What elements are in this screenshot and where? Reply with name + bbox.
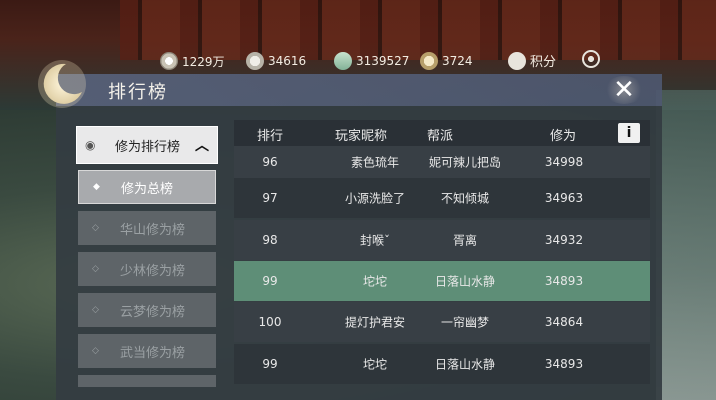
currency-value: 1229万 (182, 54, 225, 69)
table-row[interactable]: 98 封喉ˇ 胥离 34932 (234, 220, 650, 260)
cell-guild: 日落山水静 (434, 357, 496, 372)
cell-name: 提灯护君安 (344, 315, 406, 330)
ranking-table[interactable]: 排行 玩家昵称 帮派 修为 i 96 素色琉年 妮可辣儿把岛 34998 97 … (234, 120, 650, 392)
diamond-bullet-icon: ◇ (92, 223, 99, 233)
jade-icon (330, 48, 356, 74)
cell-name: 小源洗脸了 (344, 191, 406, 206)
cell-name: 坨坨 (362, 357, 388, 372)
category-dropdown[interactable]: ◉ 修为排行榜 ︿ (76, 126, 218, 164)
diamond-bullet-icon: ◇ (92, 264, 99, 274)
cell-name: 素色琉年 (350, 155, 400, 170)
header-name: 玩家昵称 (335, 129, 388, 144)
eye-icon: ◉ (85, 138, 96, 152)
points-label: 积分 (530, 55, 557, 70)
subcategory-label: 华山修为榜 (120, 222, 186, 238)
close-button[interactable]: ✕ (600, 72, 648, 108)
currency-value: 3139527 (356, 54, 410, 68)
currency-value: 3724 (442, 54, 473, 68)
cell-name: 坨坨 (362, 274, 388, 289)
cell-rank: 96 (262, 155, 278, 169)
points-button[interactable]: 积分 (508, 51, 556, 70)
table-row[interactable]: 100 提灯护君安 一帘幽梦 34864 (234, 302, 650, 342)
cell-rank: 99 (262, 357, 278, 371)
cell-score: 34864 (544, 315, 584, 329)
cell-guild: 一帘幽梦 (440, 315, 490, 330)
currency-value: 34616 (268, 54, 307, 68)
subcategory-label: 修为总榜 (121, 181, 174, 197)
subcategory-label: 云梦修为榜 (120, 304, 186, 320)
silver-coin-icon (160, 52, 178, 70)
close-icon: ✕ (613, 75, 635, 105)
cell-score: 34893 (544, 274, 584, 288)
cell-guild: 胥离 (452, 233, 478, 248)
subcategory-label: 少林修为榜 (120, 263, 186, 279)
table-row[interactable]: 96 素色琉年 妮可辣儿把岛 34998 (234, 146, 650, 178)
subcategory-item[interactable]: ◇ 云梦修为榜 (78, 293, 216, 327)
currency-silver-ingot: 34616 (246, 52, 306, 70)
subcategory-item[interactable]: ◇ 华山修为榜 (78, 211, 216, 245)
cell-score: 34963 (544, 191, 584, 205)
cell-score: 34998 (544, 155, 584, 169)
cell-guild: 日落山水静 (434, 274, 496, 289)
subcategory-item-partial[interactable] (78, 375, 216, 387)
subcategory-label: 武当修为榜 (120, 345, 186, 361)
cell-score: 34932 (544, 233, 584, 247)
panel-title: 排行榜 (108, 82, 168, 103)
cell-guild: 妮可辣儿把岛 (428, 155, 502, 170)
background-pavilion (120, 0, 716, 60)
gold-ingot-icon (420, 52, 438, 70)
silver-ingot-icon (246, 52, 264, 70)
cell-rank: 100 (258, 315, 282, 329)
subcategory-item[interactable]: ◇ 少林修为榜 (78, 252, 216, 286)
cell-rank: 98 (262, 233, 278, 247)
diamond-bullet-icon: ◆ (93, 182, 100, 192)
currency-gold-ingot: 3724 (420, 52, 473, 70)
table-row[interactable]: 99 坨坨 日落山水静 34893 (234, 344, 650, 384)
diamond-bullet-icon: ◇ (92, 305, 99, 315)
settings-button[interactable] (582, 50, 600, 68)
cell-rank: 97 (262, 191, 278, 205)
settings-gear-icon (582, 50, 600, 68)
cell-rank: 99 (262, 274, 278, 288)
subcategory-item[interactable]: ◇ 武当修为榜 (78, 334, 216, 368)
subcategory-item[interactable]: ◆ 修为总榜 (78, 170, 216, 204)
table-row[interactable]: 97 小源洗脸了 不知倾城 34963 (234, 178, 650, 218)
info-button[interactable]: i (618, 123, 640, 143)
header-score: 修为 (550, 129, 577, 144)
shield-icon (508, 51, 526, 70)
cell-name: 封喉ˇ (359, 233, 391, 248)
category-label: 修为排行榜 (115, 139, 181, 155)
crescent-moon-icon (38, 60, 86, 108)
cell-score: 34893 (544, 357, 584, 371)
header-guild: 帮派 (427, 129, 454, 144)
table-header: 排行 玩家昵称 帮派 修为 i (234, 120, 650, 146)
currency-silver-coin: 1229万 (160, 52, 225, 70)
chevron-up-icon: ︿ (195, 138, 209, 154)
cell-guild: 不知倾城 (440, 191, 490, 206)
diamond-bullet-icon: ◇ (92, 346, 99, 356)
background-glow (656, 90, 716, 400)
table-row-highlighted[interactable]: 99 坨坨 日落山水静 34893 (234, 261, 650, 301)
header-rank: 排行 (257, 129, 284, 144)
currency-jade: 3139527 (330, 48, 410, 74)
